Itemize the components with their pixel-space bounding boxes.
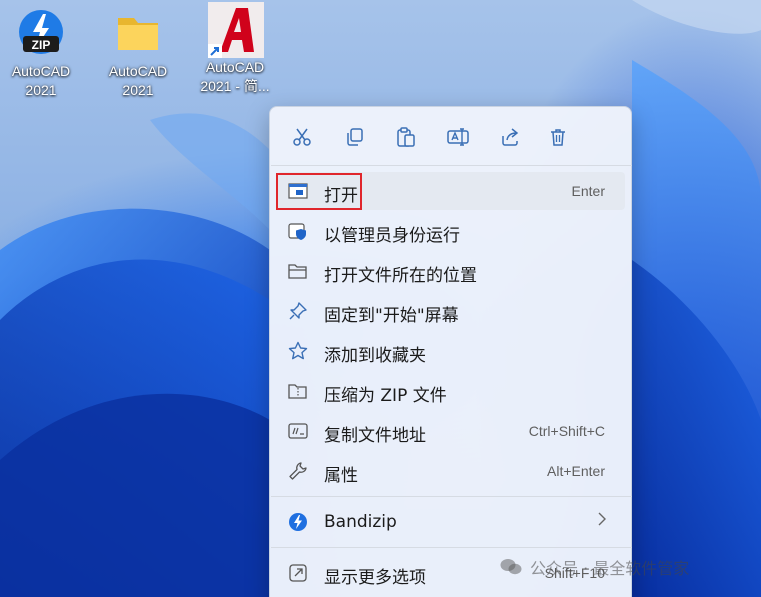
desktop-icon-label: AutoCAD 2021 (108, 63, 168, 98)
autocad-app-icon (206, 2, 264, 58)
menu-item-bandizip[interactable]: Bandizip (277, 503, 625, 541)
trash-icon (551, 129, 565, 146)
menu-item-run-as-admin[interactable]: 以管理员身份运行 (277, 212, 625, 250)
rename-button[interactable] (440, 119, 476, 155)
svg-text:ZIP: ZIP (32, 38, 51, 52)
menu-item-label: 固定到"开始"屏幕 (324, 306, 459, 326)
menu-item-shortcut: Alt+Enter (547, 463, 605, 479)
red-highlight-annotation (276, 173, 362, 210)
desktop-icon-autocad-folder[interactable]: AutoCAD 2021 (97, 8, 179, 100)
menu-separator (271, 496, 632, 497)
paste-icon (397, 127, 415, 147)
wechat-logo-icon (500, 559, 522, 575)
menu-item-label: 压缩为 ZIP 文件 (324, 386, 447, 406)
menu-item-label: 打开文件所在的位置 (324, 266, 477, 286)
star-icon (287, 341, 309, 361)
delete-button[interactable] (540, 119, 576, 155)
scissors-icon (293, 128, 311, 146)
desktop-icon-label: AutoCAD 2021 (11, 63, 71, 98)
menu-separator (271, 165, 632, 166)
menu-item-open-file-location[interactable]: 打开文件所在的位置 (277, 252, 625, 290)
menu-item-label: 属性 (324, 466, 358, 486)
share-button[interactable] (492, 119, 528, 155)
more-options-icon (287, 563, 309, 583)
zip-archive-icon: ZIP (17, 8, 65, 56)
desktop-icon-label: AutoCAD 2021 - 简... (200, 59, 270, 94)
wrench-icon (287, 461, 309, 481)
desktop-icon-autocad-shortcut[interactable]: AutoCAD 2021 - 简... (194, 2, 276, 96)
menu-item-pin-to-start[interactable]: 固定到"开始"屏幕 (277, 292, 625, 330)
cut-button[interactable] (284, 119, 320, 155)
pin-icon (287, 301, 309, 321)
menu-item-label: 显示更多选项 (324, 568, 426, 588)
bandizip-icon (287, 512, 309, 532)
menu-item-label: 以管理员身份运行 (324, 226, 460, 246)
chevron-right-icon (597, 511, 607, 530)
copy-button[interactable] (337, 119, 373, 155)
folder-open-icon (287, 261, 309, 281)
menu-item-shortcut: Ctrl+Shift+C (528, 423, 605, 439)
rename-icon (447, 128, 469, 146)
paste-button[interactable] (388, 119, 424, 155)
copy-path-icon (287, 421, 309, 441)
context-menu: 打开 Enter 以管理员身份运行 打开文件所在的位置 固定到"开始"屏幕 添加… (269, 106, 632, 597)
menu-item-add-to-favorites[interactable]: 添加到收藏夹 (277, 332, 625, 370)
desktop-icon-autocad-zip[interactable]: ZIP AutoCAD 2021 (0, 8, 82, 100)
menu-item-label: 复制文件地址 (324, 426, 426, 446)
folder-icon (114, 8, 162, 56)
menu-separator (271, 547, 632, 548)
menu-item-properties[interactable]: 属性 Alt+Enter (277, 452, 625, 490)
menu-item-shortcut: Enter (571, 183, 605, 199)
menu-item-label: Bandizip (324, 512, 397, 532)
menu-item-copy-path[interactable]: 复制文件地址 Ctrl+Shift+C (277, 412, 625, 450)
wechat-watermark: 公众号 · 最全软件管家 (500, 553, 689, 581)
menu-item-compress-to-zip[interactable]: 压缩为 ZIP 文件 (277, 372, 625, 410)
watermark-text: 公众号 · 最全软件管家 (530, 559, 690, 578)
menu-item-label: 添加到收藏夹 (324, 346, 426, 366)
share-icon (502, 128, 519, 146)
zip-folder-icon (287, 381, 309, 401)
context-menu-toolbar (278, 119, 618, 155)
copy-icon (347, 128, 363, 146)
admin-shield-icon (287, 221, 309, 241)
